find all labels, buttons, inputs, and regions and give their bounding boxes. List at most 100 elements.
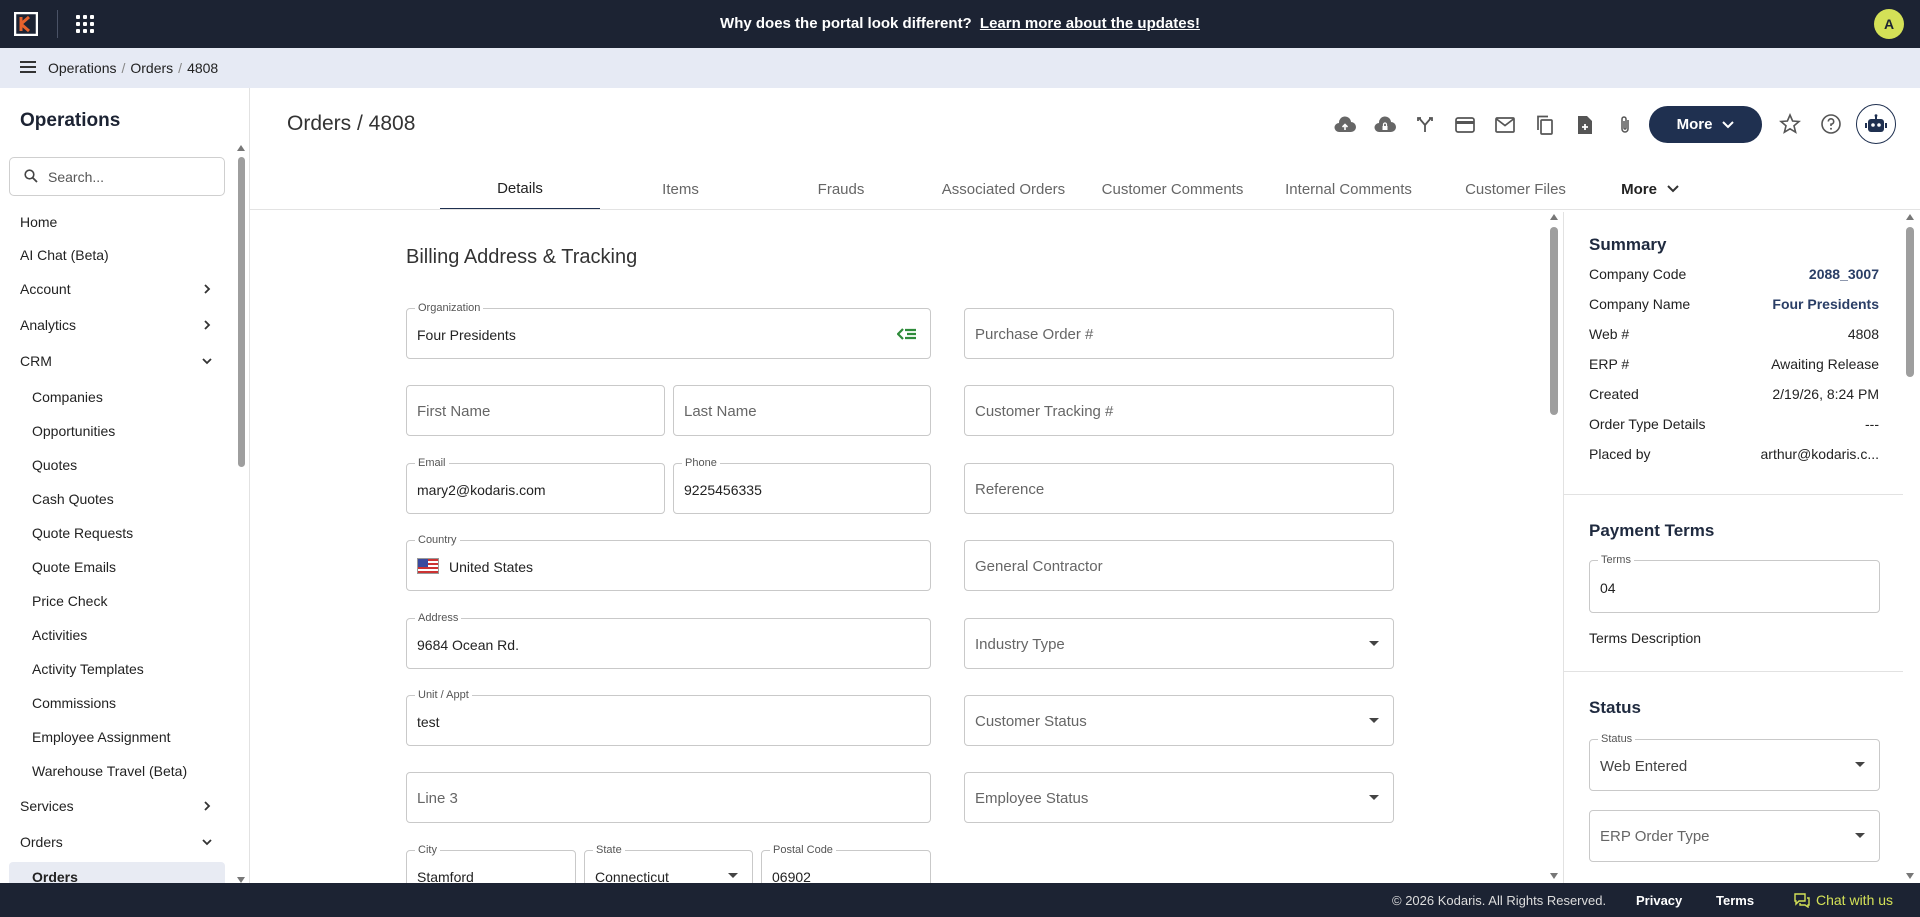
email-field[interactable]: Email mary2@kodaris.com	[406, 457, 665, 514]
terms-link[interactable]: Terms	[1716, 893, 1754, 908]
scroll-up-icon[interactable]	[1906, 214, 1914, 220]
privacy-link[interactable]: Privacy	[1636, 893, 1682, 908]
sidebar-item-warehouse-travel-beta[interactable]: Warehouse Travel (Beta)	[0, 756, 230, 786]
customer-tracking-field[interactable]: Customer Tracking #	[964, 385, 1394, 436]
chevron-down-icon[interactable]	[202, 356, 212, 366]
us-flag-icon	[417, 558, 439, 574]
general-contractor-field[interactable]: General Contractor	[964, 540, 1394, 591]
sidebar-item-orders[interactable]: Orders	[9, 862, 225, 883]
last-name-field[interactable]: Last Name	[673, 385, 931, 436]
cloud-upload-icon[interactable]	[1325, 110, 1365, 140]
field-label: Phone	[682, 457, 720, 469]
user-avatar[interactable]: A	[1874, 9, 1904, 39]
tab-frauds[interactable]: Frauds	[761, 168, 921, 210]
chevron-right-icon[interactable]	[202, 801, 212, 811]
sidebar-item-account[interactable]: Account	[0, 274, 230, 304]
menu-icon[interactable]	[20, 61, 36, 73]
sidebar-item-activity-templates[interactable]: Activity Templates	[0, 654, 230, 684]
erp-order-type-select[interactable]: ERP Order Type	[1589, 810, 1880, 862]
tab-more[interactable]: More	[1593, 168, 1707, 210]
sidebar-item-activities[interactable]: Activities	[0, 620, 230, 650]
breadcrumb-item[interactable]: Orders	[130, 60, 173, 76]
address-field[interactable]: Address 9684 Ocean Rd.	[406, 612, 931, 669]
scroll-down-icon[interactable]	[1906, 873, 1914, 879]
scrollbar-thumb[interactable]	[1906, 227, 1914, 377]
dropdown-caret-icon	[1855, 833, 1865, 838]
summary-key: ERP #	[1589, 356, 1630, 372]
phone-field[interactable]: Phone 9225456335	[673, 457, 931, 514]
copyright: © 2026 Kodaris. All Rights Reserved.	[1392, 893, 1607, 908]
sidebar-scrollbar[interactable]	[236, 141, 246, 883]
country-field[interactable]: Country United States	[406, 534, 931, 591]
tab-items[interactable]: Items	[600, 168, 761, 210]
summary-row: Web # 4808	[1589, 326, 1879, 342]
chevron-right-icon[interactable]	[202, 320, 212, 330]
mail-icon[interactable]	[1485, 110, 1525, 140]
sidebar-item-orders[interactable]: Orders	[0, 827, 230, 857]
chevron-down-icon	[1667, 185, 1679, 193]
summary-scrollbar[interactable]	[1904, 212, 1916, 883]
sidebar-item-home[interactable]: Home	[0, 207, 230, 237]
tab-customer-files[interactable]: Customer Files	[1438, 168, 1593, 210]
organization-lookup-icon[interactable]	[897, 327, 917, 341]
more-actions-button[interactable]: More	[1649, 106, 1762, 143]
breadcrumb-item[interactable]: Operations	[48, 60, 116, 76]
sidebar-item-commissions[interactable]: Commissions	[0, 688, 230, 718]
form-scrollbar[interactable]	[1549, 212, 1559, 883]
purchase-order-field[interactable]: Purchase Order #	[964, 308, 1394, 359]
tab-associated-orders[interactable]: Associated Orders	[921, 168, 1086, 210]
sidebar-item-services[interactable]: Services	[0, 791, 230, 821]
announcement-link[interactable]: Learn more about the updates!	[980, 15, 1200, 32]
summary-link[interactable]: 2088_3007	[1809, 266, 1879, 282]
status-select[interactable]: Status Web Entered	[1589, 733, 1880, 791]
attachment-icon[interactable]	[1605, 110, 1645, 140]
file-add-icon[interactable]	[1565, 110, 1605, 140]
sidebar-item-ai-chat-beta[interactable]: AI Chat (Beta)	[0, 240, 230, 270]
field-placeholder: Line 3	[417, 790, 458, 807]
summary-value: 4808	[1847, 326, 1879, 342]
customer-status-select[interactable]: Customer Status	[964, 695, 1394, 746]
unit-appt-field[interactable]: Unit / Appt test	[406, 689, 931, 746]
sidebar-item-label: CRM	[20, 353, 52, 369]
reference-field[interactable]: Reference	[964, 463, 1394, 514]
chevron-right-icon[interactable]	[202, 284, 212, 294]
payment-terms-title: Payment Terms	[1589, 521, 1715, 540]
sidebar-item-companies[interactable]: Companies	[0, 382, 230, 412]
tab-internal-comments[interactable]: Internal Comments	[1259, 168, 1438, 210]
sidebar-item-opportunities[interactable]: Opportunities	[0, 416, 230, 446]
field-value: mary2@kodaris.com	[417, 482, 546, 498]
chat-with-us-button[interactable]: Chat with us	[1794, 892, 1893, 908]
scroll-up-icon[interactable]	[1550, 214, 1558, 220]
sidebar-item-quotes[interactable]: Quotes	[0, 450, 230, 480]
sidebar-search-input[interactable]: Search...	[9, 157, 225, 196]
tab-customer-comments[interactable]: Customer Comments	[1086, 168, 1259, 210]
tab-details[interactable]: Details	[440, 168, 600, 210]
sidebar-item-analytics[interactable]: Analytics	[0, 310, 230, 340]
sidebar-item-price-check[interactable]: Price Check	[0, 586, 230, 616]
sidebar-item-crm[interactable]: CRM	[0, 346, 230, 376]
scrollbar-thumb[interactable]	[238, 157, 245, 467]
dropdown-caret-icon	[1369, 795, 1379, 800]
industry-type-select[interactable]: Industry Type	[964, 618, 1394, 669]
sidebar-item-employee-assignment[interactable]: Employee Assignment	[0, 722, 230, 752]
terms-field[interactable]: Terms 04	[1589, 554, 1880, 613]
scrollbar-thumb[interactable]	[1550, 227, 1558, 415]
sidebar-item-quote-requests[interactable]: Quote Requests	[0, 518, 230, 548]
scroll-down-icon[interactable]	[1550, 873, 1558, 879]
favorite-star-icon[interactable]	[1779, 113, 1801, 135]
line3-field[interactable]: Line 3	[406, 772, 931, 823]
ai-assistant-bot-icon[interactable]	[1856, 104, 1896, 144]
copy-icon[interactable]	[1525, 110, 1565, 140]
cloud-lock-icon[interactable]	[1365, 110, 1405, 140]
credit-card-icon[interactable]	[1445, 110, 1485, 140]
summary-link[interactable]: Four Presidents	[1772, 296, 1879, 312]
organization-field[interactable]: Organization Four Presidents	[406, 302, 931, 359]
merge-icon[interactable]	[1405, 110, 1445, 140]
sidebar-item-quote-emails[interactable]: Quote Emails	[0, 552, 230, 582]
help-icon[interactable]	[1820, 113, 1842, 135]
chevron-down-icon[interactable]	[202, 837, 212, 847]
first-name-field[interactable]: First Name	[406, 385, 665, 436]
sidebar-item-cash-quotes[interactable]: Cash Quotes	[0, 484, 230, 514]
scroll-up-icon[interactable]	[237, 145, 245, 151]
employee-status-select[interactable]: Employee Status	[964, 772, 1394, 823]
